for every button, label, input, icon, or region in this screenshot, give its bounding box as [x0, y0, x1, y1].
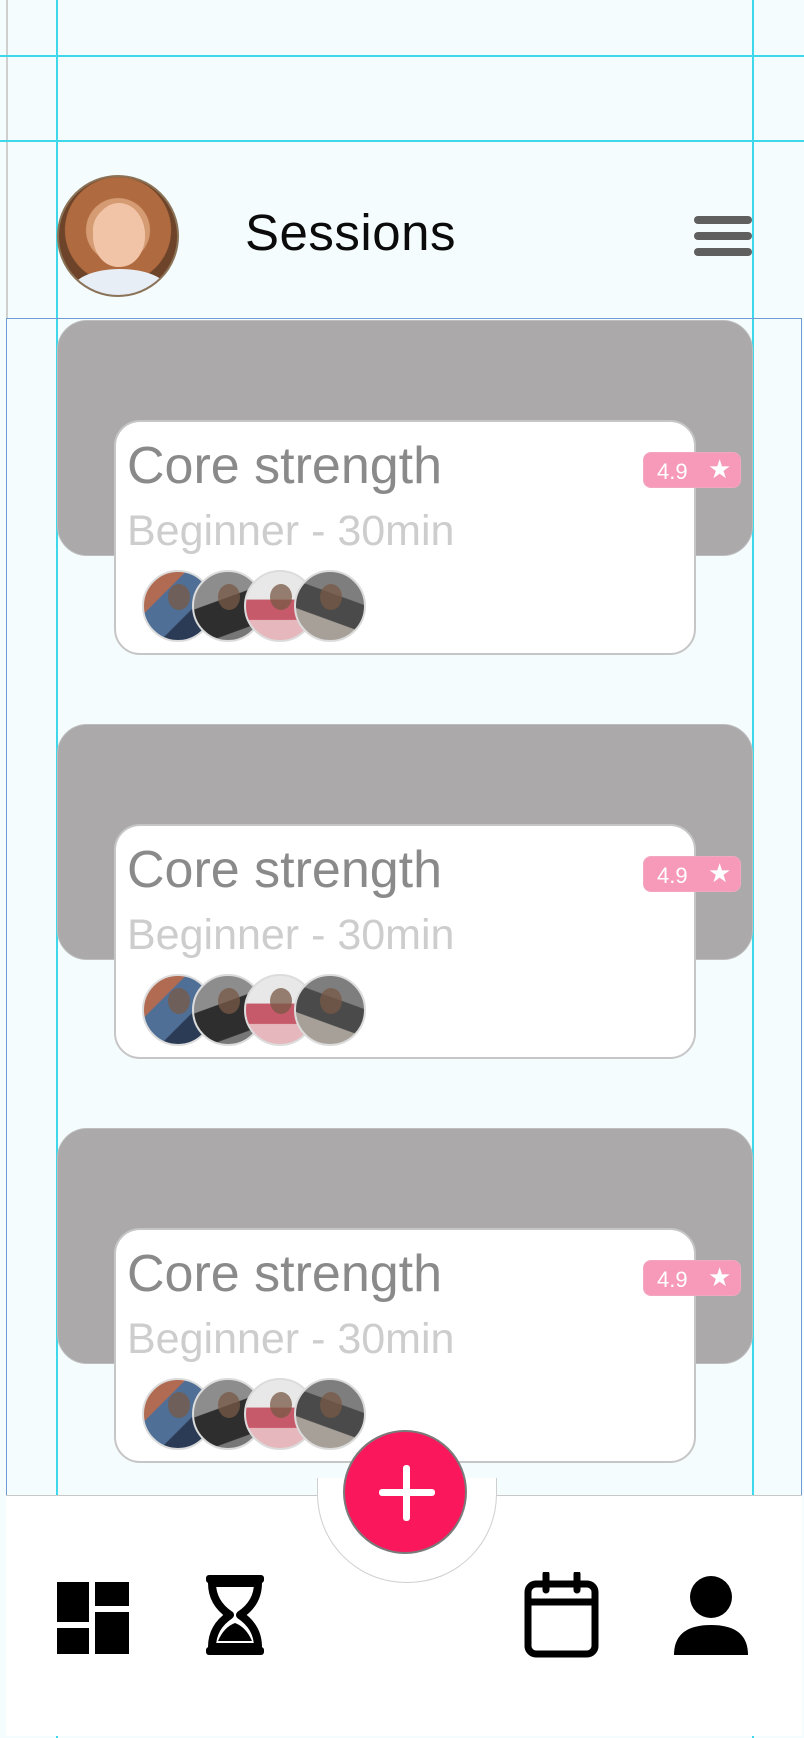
- rating-badge: 4.9 ★: [643, 856, 741, 892]
- guide-line: [0, 140, 804, 142]
- session-card[interactable]: Core strength Beginner - 30min 4.9 ★: [114, 420, 741, 655]
- attendee-avatars: [142, 1378, 382, 1452]
- rating-value: 4.9: [657, 1267, 688, 1292]
- attendee-avatar: [294, 1378, 366, 1450]
- session-card[interactable]: Core strength Beginner - 30min 4.9 ★: [114, 824, 741, 1059]
- add-session-button[interactable]: [343, 1430, 467, 1554]
- star-icon: ★: [708, 454, 732, 484]
- session-subtitle: Beginner - 30min: [127, 911, 455, 959]
- session-item[interactable]: Core strength Beginner - 30min 4.9 ★: [57, 320, 753, 730]
- rating-value: 4.9: [657, 459, 688, 484]
- session-card[interactable]: Core strength Beginner - 30min 4.9 ★: [114, 1228, 741, 1463]
- session-title: Core strength: [127, 841, 443, 899]
- star-icon: ★: [708, 858, 732, 888]
- page-title: Sessions: [245, 204, 456, 261]
- attendee-avatars: [142, 570, 382, 644]
- guide-line: [0, 55, 804, 57]
- rating-badge: 4.9 ★: [643, 452, 741, 488]
- calendar-icon[interactable]: [524, 1572, 599, 1658]
- session-title: Core strength: [127, 1245, 443, 1303]
- hourglass-icon[interactable]: [204, 1575, 266, 1655]
- dashboard-icon[interactable]: [57, 1582, 129, 1654]
- frame-edge: [6, 0, 8, 318]
- session-subtitle: Beginner - 30min: [127, 1315, 455, 1363]
- session-subtitle: Beginner - 30min: [127, 507, 455, 555]
- rating-value: 4.9: [657, 863, 688, 888]
- attendee-avatar: [294, 974, 366, 1046]
- profile-avatar[interactable]: [57, 175, 179, 297]
- session-title: Core strength: [127, 437, 443, 495]
- attendee-avatars: [142, 974, 382, 1048]
- attendee-avatar: [294, 570, 366, 642]
- star-icon: ★: [708, 1262, 732, 1292]
- rating-badge: 4.9 ★: [643, 1260, 741, 1296]
- avatar-face: [93, 203, 145, 267]
- app-screen: Sessions Core strength Beginner - 30min …: [0, 0, 804, 1738]
- avatar-shirt: [73, 269, 167, 295]
- hamburger-menu-icon[interactable]: [694, 216, 752, 256]
- user-icon[interactable]: [672, 1575, 750, 1655]
- session-item[interactable]: Core strength Beginner - 30min 4.9 ★: [57, 724, 753, 1134]
